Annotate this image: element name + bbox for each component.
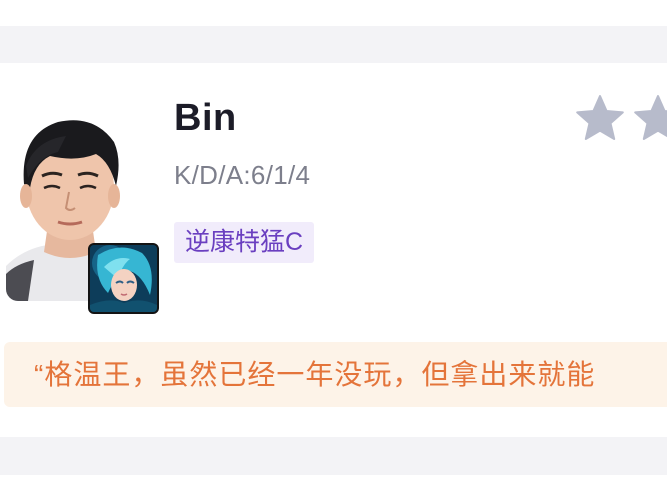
star-icon[interactable] [574, 93, 626, 145]
top-card-edge [0, 0, 667, 26]
hero-gwen-icon[interactable] [88, 243, 159, 314]
player-name: Bin [174, 97, 237, 139]
rating-stars[interactable] [572, 93, 667, 145]
player-card[interactable]: Bin K/D/A:6/1/4 逆康特猛C “格温王，虽然已经一年没玩，但拿出来… [0, 63, 667, 437]
star-icon[interactable] [632, 93, 667, 145]
player-quote: “格温王，虽然已经一年没玩，但拿出来就能 [4, 342, 667, 407]
next-card-edge [0, 475, 667, 500]
kda-stats: K/D/A:6/1/4 [174, 160, 311, 190]
quote-text: “格温王，虽然已经一年没玩，但拿出来就能 [34, 359, 596, 390]
player-tag[interactable]: 逆康特猛C [174, 222, 315, 263]
